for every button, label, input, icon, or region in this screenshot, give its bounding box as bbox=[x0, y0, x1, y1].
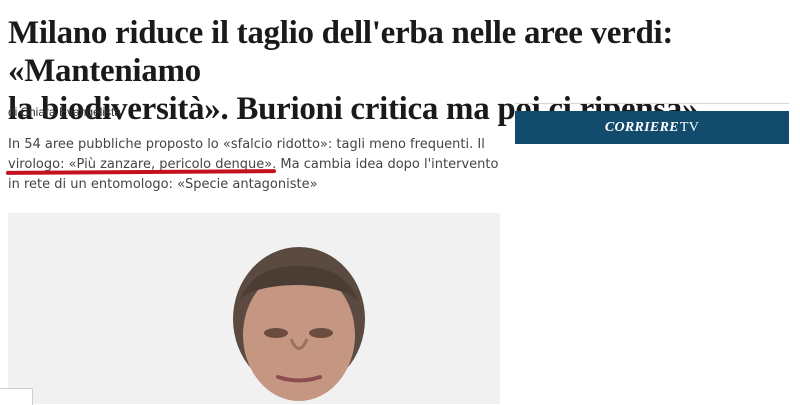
photo-corner-overlay bbox=[0, 388, 33, 405]
portrait-image bbox=[8, 213, 500, 404]
article-summary: In 54 aree pubbliche proposto lo «sfalci… bbox=[5, 135, 508, 195]
red-underline-mark bbox=[5, 169, 277, 175]
sidebar-divider bbox=[515, 103, 789, 104]
underlined-quote: virologo: «Più zanzare, pericolo dengue» bbox=[5, 157, 277, 175]
summary-text-start: In 54 aree pubbliche proposto lo «sfalci… bbox=[8, 137, 485, 152]
byline-prefix: di bbox=[8, 105, 18, 119]
article-photo[interactable] bbox=[8, 213, 500, 404]
headline-line-1: Milano riduce il taglio dell'erba nelle … bbox=[8, 15, 674, 89]
corriere-tv-banner[interactable]: CORRIERETV bbox=[515, 111, 789, 144]
corriere-tv-logo: CORRIERETV bbox=[605, 120, 699, 136]
corriere-tv-brand: CORRIERE bbox=[604, 119, 679, 135]
author-link[interactable]: Chiara Evangelista bbox=[20, 105, 121, 119]
corriere-tv-suffix: TV bbox=[679, 119, 700, 135]
right-eye bbox=[309, 328, 333, 338]
byline: di Chiara Evangelista bbox=[8, 105, 121, 119]
left-eye bbox=[264, 328, 288, 338]
